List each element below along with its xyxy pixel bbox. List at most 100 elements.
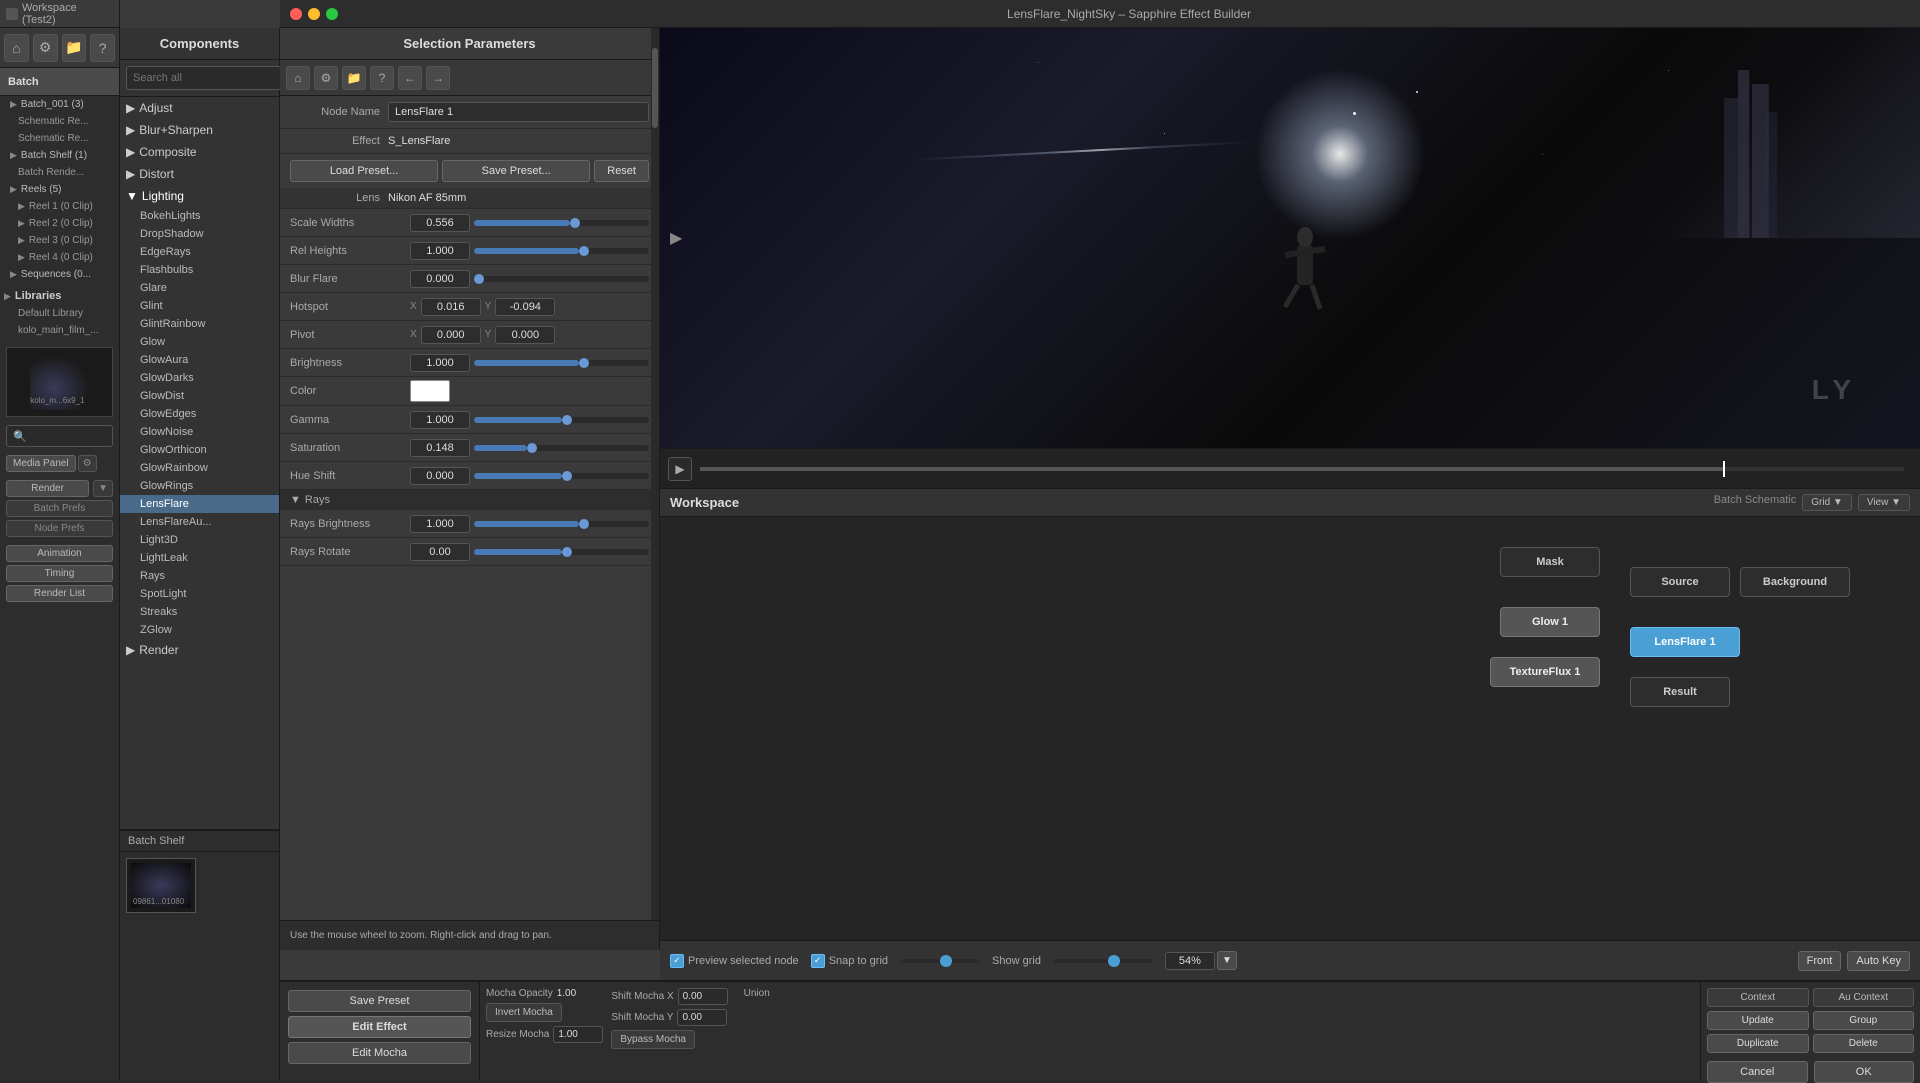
toolbar-help-btn[interactable]: ? bbox=[90, 34, 115, 62]
comp-lensflare[interactable]: LensFlare bbox=[120, 495, 279, 513]
comp-glowdarks[interactable]: GlowDarks bbox=[120, 369, 279, 387]
close-button[interactable] bbox=[290, 8, 302, 20]
comp-glowrings[interactable]: GlowRings bbox=[120, 477, 279, 495]
auto-key-btn[interactable]: Auto Key bbox=[1847, 951, 1910, 971]
node-name-input[interactable] bbox=[388, 102, 649, 122]
node-mask[interactable]: Mask bbox=[1500, 547, 1600, 577]
hotspot-x-input[interactable] bbox=[421, 298, 481, 316]
category-lighting[interactable]: ▼ Lighting bbox=[120, 185, 279, 207]
category-distort[interactable]: ▶ Distort bbox=[120, 163, 279, 185]
tree-sequences[interactable]: ▶ Sequences (0... bbox=[0, 266, 119, 283]
comp-glowrainbow[interactable]: GlowRainbow bbox=[120, 459, 279, 477]
rel-heights-input[interactable] bbox=[410, 242, 470, 260]
scroll-handle[interactable] bbox=[652, 48, 658, 128]
sel-toolbar-fwd-btn[interactable]: → bbox=[426, 66, 450, 90]
edit-effect-btn[interactable]: Edit Effect bbox=[288, 1016, 471, 1038]
tree-batch-shelf[interactable]: ▶ Batch Shelf (1) bbox=[0, 147, 119, 164]
rays-brightness-slider[interactable] bbox=[474, 521, 649, 527]
shift-y-input[interactable] bbox=[677, 1009, 727, 1026]
zoom-dropdown[interactable]: ▼ bbox=[1217, 951, 1237, 970]
front-view-btn[interactable]: Front bbox=[1798, 951, 1842, 971]
rays-section-header[interactable]: ▼ Rays bbox=[280, 490, 659, 510]
comp-dropshadow[interactable]: DropShadow bbox=[120, 225, 279, 243]
save-preset-bottom-btn[interactable]: Save Preset bbox=[288, 990, 471, 1012]
preview-selected-checkbox[interactable]: ✓ bbox=[670, 954, 684, 968]
rays-rotate-slider[interactable] bbox=[474, 549, 649, 555]
sel-toolbar-btn-2[interactable]: ⚙ bbox=[314, 66, 338, 90]
render-list-tab[interactable]: Render List bbox=[6, 585, 113, 602]
category-render[interactable]: ▶ Render bbox=[120, 639, 279, 661]
pivot-x-input[interactable] bbox=[421, 326, 481, 344]
library-thumbnail[interactable]: kolo_m...6x9_1 bbox=[6, 347, 113, 417]
tree-reel-3[interactable]: ▶ Reel 3 (0 Clip) bbox=[12, 232, 119, 249]
tree-batch-001[interactable]: ▶ Batch_001 (3) bbox=[0, 96, 119, 113]
node-source[interactable]: Source bbox=[1630, 567, 1730, 597]
tree-reels[interactable]: ▶ Reels (5) bbox=[0, 181, 119, 198]
comp-glint[interactable]: Glint bbox=[120, 297, 279, 315]
search-input[interactable] bbox=[126, 66, 282, 90]
comp-glownoise[interactable]: GlowNoise bbox=[120, 423, 279, 441]
comp-glare[interactable]: Glare bbox=[120, 279, 279, 297]
pivot-y-input[interactable] bbox=[495, 326, 555, 344]
toolbar-home-btn[interactable]: ⌂ bbox=[4, 34, 29, 62]
reset-btn[interactable]: Reset bbox=[594, 160, 649, 182]
blur-flare-input[interactable] bbox=[410, 270, 470, 288]
au-context-btn[interactable]: Au Context bbox=[1813, 988, 1915, 1007]
delete-btn[interactable]: Delete bbox=[1813, 1034, 1915, 1053]
saturation-slider[interactable] bbox=[474, 445, 649, 451]
tree-batch-render[interactable]: Batch Rende... bbox=[12, 164, 119, 181]
rel-heights-slider[interactable] bbox=[474, 248, 649, 254]
bypass-mocha-btn[interactable]: Bypass Mocha bbox=[611, 1030, 695, 1049]
category-adjust[interactable]: ▶ Adjust bbox=[120, 97, 279, 119]
render-dropdown[interactable]: ▼ bbox=[93, 480, 113, 497]
preview-play-btn[interactable]: ▶ bbox=[670, 228, 682, 248]
brightness-input[interactable] bbox=[410, 354, 470, 372]
comp-glow[interactable]: Glow bbox=[120, 333, 279, 351]
hue-shift-slider[interactable] bbox=[474, 473, 649, 479]
comp-glowdist[interactable]: GlowDist bbox=[120, 387, 279, 405]
render-button[interactable]: Render bbox=[6, 480, 89, 497]
zoom-track[interactable] bbox=[900, 959, 980, 963]
comp-glowedges[interactable]: GlowEdges bbox=[120, 405, 279, 423]
left-search-input[interactable]: 🔍 bbox=[6, 425, 113, 447]
comp-rays[interactable]: Rays bbox=[120, 567, 279, 585]
maximize-button[interactable] bbox=[326, 8, 338, 20]
tree-default-library[interactable]: Default Library bbox=[12, 305, 119, 322]
shift-x-input[interactable] bbox=[678, 988, 728, 1005]
batch-prefs-btn[interactable]: Batch Prefs bbox=[6, 500, 113, 517]
timing-tab[interactable]: Timing bbox=[6, 565, 113, 582]
sel-toolbar-btn-1[interactable]: ⌂ bbox=[286, 66, 310, 90]
view-dropdown[interactable]: View ▼ bbox=[1858, 494, 1910, 511]
saturation-input[interactable] bbox=[410, 439, 470, 457]
comp-glintrainbow[interactable]: GlintRainbow bbox=[120, 315, 279, 333]
scroll-track[interactable] bbox=[651, 28, 659, 950]
comp-spotlight[interactable]: SpotLight bbox=[120, 585, 279, 603]
hue-shift-input[interactable] bbox=[410, 467, 470, 485]
context-btn[interactable]: Context bbox=[1707, 988, 1809, 1007]
comp-glowaura[interactable]: GlowAura bbox=[120, 351, 279, 369]
minimize-button[interactable] bbox=[308, 8, 320, 20]
comp-zglow[interactable]: ZGlow bbox=[120, 621, 279, 639]
node-prefs-btn[interactable]: Node Prefs bbox=[6, 520, 113, 537]
group-btn[interactable]: Group bbox=[1813, 1011, 1915, 1030]
zoom-thumb[interactable] bbox=[940, 955, 952, 967]
node-background[interactable]: Background bbox=[1740, 567, 1850, 597]
node-lensflare1[interactable]: LensFlare 1 bbox=[1630, 627, 1740, 657]
hotspot-y-input[interactable] bbox=[495, 298, 555, 316]
comp-bokeh[interactable]: BokehLights bbox=[120, 207, 279, 225]
sel-toolbar-back-btn[interactable]: ← bbox=[398, 66, 422, 90]
grid-dropdown[interactable]: Grid ▼ bbox=[1802, 494, 1852, 511]
media-panel-tab[interactable]: Media Panel bbox=[6, 455, 76, 472]
blur-flare-slider[interactable] bbox=[474, 276, 649, 282]
rays-brightness-input[interactable] bbox=[410, 515, 470, 533]
load-preset-btn[interactable]: Load Preset... bbox=[290, 160, 438, 182]
comp-lensflare-au[interactable]: LensFlareAu... bbox=[120, 513, 279, 531]
tree-schematic-1[interactable]: Schematic Re... bbox=[12, 113, 119, 130]
toolbar-settings-btn[interactable]: ⚙ bbox=[33, 34, 58, 62]
brightness-slider[interactable] bbox=[474, 360, 649, 366]
comp-flashbulbs[interactable]: Flashbulbs bbox=[120, 261, 279, 279]
tree-reel-4[interactable]: ▶ Reel 4 (0 Clip) bbox=[12, 249, 119, 266]
category-blur[interactable]: ▶ Blur+Sharpen bbox=[120, 119, 279, 141]
toolbar-folder-btn[interactable]: 📁 bbox=[62, 34, 87, 62]
comp-light3d[interactable]: Light3D bbox=[120, 531, 279, 549]
